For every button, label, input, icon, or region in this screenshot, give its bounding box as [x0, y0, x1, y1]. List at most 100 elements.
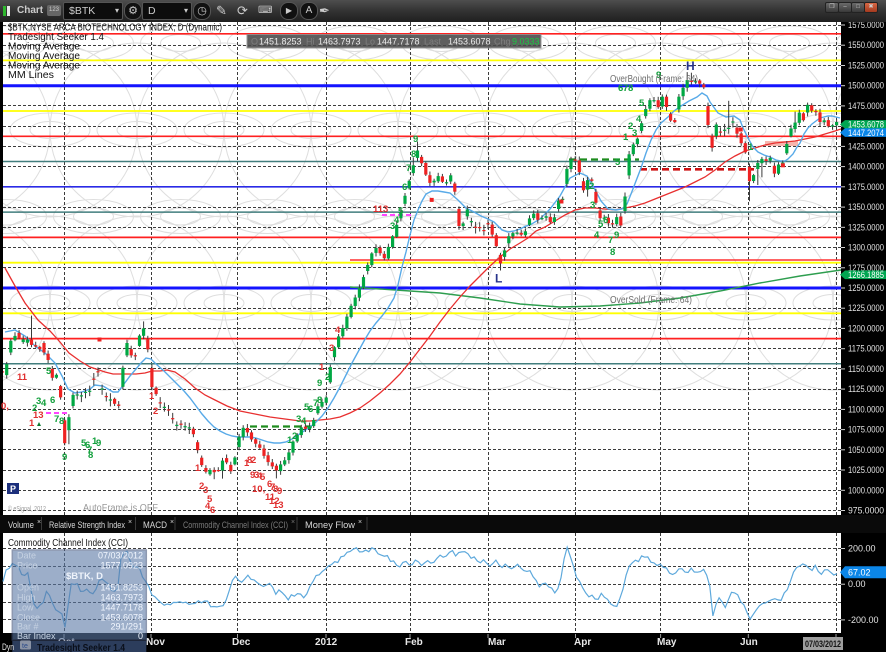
svg-text:1100.0000: 1100.0000 [848, 404, 884, 414]
svg-text:Date: Date [17, 551, 36, 561]
svg-text:1300.0000: 1300.0000 [848, 243, 884, 253]
svg-text:975.0000: 975.0000 [848, 506, 884, 516]
svg-text:Dec: Dec [232, 637, 251, 648]
svg-text:4: 4 [301, 416, 307, 427]
svg-text:4: 4 [41, 398, 47, 409]
svg-text:1451.8253: 1451.8253 [100, 583, 143, 593]
svg-text:OverBought (Frame: 64): OverBought (Frame: 64) [610, 73, 698, 85]
svg-text:Jun: Jun [740, 637, 758, 648]
svg-text:1451.8253: 1451.8253 [259, 37, 302, 47]
svg-text:8: 8 [59, 416, 64, 427]
svg-text:Hi: Hi [306, 37, 315, 47]
svg-text:8: 8 [317, 395, 322, 406]
svg-text:H: H [686, 59, 695, 73]
svg-text:9.0333: 9.0333 [512, 37, 540, 47]
svg-text:7: 7 [406, 163, 411, 174]
svg-text:Relative Strength Index: Relative Strength Index [49, 520, 125, 531]
svg-text:8: 8 [610, 247, 615, 258]
svg-text:10,: 10, [252, 484, 265, 495]
svg-text:1447.7178: 1447.7178 [377, 37, 420, 47]
svg-text:AutoFrame is OFF: AutoFrame is OFF [83, 503, 158, 514]
svg-text:1: 1 [748, 142, 754, 153]
svg-text:1250.0000: 1250.0000 [848, 283, 884, 293]
svg-text:1475.0000: 1475.0000 [848, 101, 884, 111]
svg-text:L: L [495, 272, 502, 286]
svg-text:1525.0000: 1525.0000 [848, 61, 884, 71]
svg-text:6: 6 [402, 182, 407, 193]
svg-text:×: × [170, 519, 174, 526]
svg-text:1125.0000: 1125.0000 [848, 384, 884, 394]
svg-text:2: 2 [325, 372, 330, 383]
svg-text:High: High [17, 593, 36, 603]
svg-text:P: P [10, 484, 16, 494]
svg-text:3: 3 [329, 343, 334, 354]
svg-text:Commodity Channel Index (CCI): Commodity Channel Index (CCI) [8, 538, 128, 549]
svg-text:67.02: 67.02 [848, 567, 871, 577]
svg-text:Mar: Mar [488, 637, 506, 648]
svg-text:8: 8 [88, 450, 93, 461]
svg-text:×: × [128, 519, 132, 526]
svg-text:O: O [251, 37, 258, 47]
svg-text:Open: Open [17, 583, 39, 593]
svg-text:0: 0 [138, 631, 143, 641]
svg-text:×: × [37, 519, 41, 526]
svg-text:Dyn: Dyn [2, 642, 14, 652]
svg-text:1453.6078: 1453.6078 [448, 37, 491, 47]
svg-text:1: 1 [149, 391, 155, 402]
svg-text:5: 5 [615, 157, 621, 168]
svg-text:3: 3 [632, 128, 637, 139]
svg-text:11: 11 [17, 372, 28, 383]
svg-text:2: 2 [153, 406, 158, 417]
svg-text:1400.0000: 1400.0000 [848, 162, 884, 172]
svg-text:2: 2 [589, 181, 594, 192]
svg-text:13: 13 [273, 500, 284, 511]
svg-text:Low: Low [17, 603, 34, 613]
svg-text:6: 6 [50, 395, 55, 406]
svg-text:1025.0000: 1025.0000 [848, 465, 884, 475]
svg-text:6: 6 [210, 505, 215, 516]
svg-text:1150.0000: 1150.0000 [848, 364, 884, 374]
svg-text:1447.7178: 1447.7178 [100, 603, 143, 613]
svg-text:1266.1885: 1266.1885 [848, 270, 884, 280]
svg-text:5: 5 [260, 472, 266, 483]
svg-text:2: 2 [251, 455, 256, 466]
svg-text:1225.0000: 1225.0000 [848, 303, 884, 313]
svg-text:Last: Last [424, 37, 442, 47]
svg-text:1: 1 [319, 362, 325, 373]
svg-text:1325.0000: 1325.0000 [848, 222, 884, 232]
svg-text:Money Flow: Money Flow [305, 520, 355, 531]
svg-text:1447.2074: 1447.2074 [848, 128, 884, 138]
svg-text:5: 5 [46, 366, 52, 377]
svg-text:$BTK, D: $BTK, D [66, 571, 103, 582]
svg-text:5: 5 [639, 98, 645, 109]
svg-text:Tradesight Seeker 1.4: Tradesight Seeker 1.4 [37, 643, 125, 652]
svg-text:9: 9 [317, 378, 322, 389]
svg-text:0,: 0, [1, 401, 9, 412]
svg-text:3: 3 [590, 200, 595, 211]
svg-text:MM Lines: MM Lines [8, 70, 54, 81]
svg-text:2012: 2012 [315, 637, 338, 648]
svg-text:1375.0000: 1375.0000 [848, 182, 884, 192]
svg-text:Feb: Feb [405, 637, 423, 648]
svg-text:4: 4 [335, 325, 341, 336]
svg-text:1: 1 [29, 418, 35, 429]
svg-text:1200.0000: 1200.0000 [848, 323, 884, 333]
svg-text:1: 1 [623, 132, 629, 143]
svg-text:Nov: Nov [146, 637, 165, 648]
svg-text:7: 7 [608, 235, 613, 246]
svg-text:May: May [657, 637, 677, 648]
svg-text:200.00: 200.00 [848, 544, 876, 554]
svg-text:5: 5 [398, 206, 404, 217]
svg-text:13: 13 [33, 410, 44, 421]
svg-text:1550.0000: 1550.0000 [848, 40, 884, 50]
svg-text:1575.0000: 1575.0000 [848, 22, 884, 30]
svg-text:1463.7973: 1463.7973 [100, 593, 143, 603]
svg-text:© eSignal, 2012: © eSignal, 2012 [8, 504, 46, 513]
svg-text:×: × [358, 519, 362, 526]
svg-text:07/03/2012: 07/03/2012 [98, 551, 143, 561]
svg-text:1425.0000: 1425.0000 [848, 141, 884, 151]
svg-text:Commodity Channel Index (CCI): Commodity Channel Index (CCI) [183, 520, 288, 531]
svg-text:07/03/2012: 07/03/2012 [805, 639, 841, 649]
svg-text:8: 8 [411, 149, 416, 160]
svg-text:Volume: Volume [8, 520, 34, 531]
